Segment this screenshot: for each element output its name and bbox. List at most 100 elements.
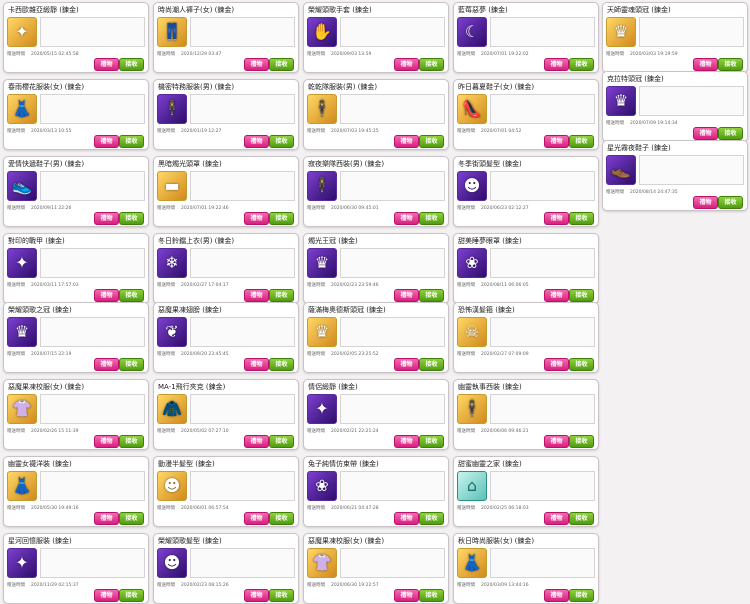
receive-button[interactable]: 接收	[119, 212, 144, 225]
gift-button[interactable]: 禮物	[94, 358, 119, 371]
receive-button[interactable]: 接收	[119, 358, 144, 371]
gift-button[interactable]: 禮物	[94, 289, 119, 302]
receive-button[interactable]: 接收	[269, 589, 294, 602]
receive-button[interactable]: 接收	[119, 435, 144, 448]
gift-button[interactable]: 禮物	[94, 58, 119, 71]
receive-button[interactable]: 接收	[119, 512, 144, 525]
item-thumbnail[interactable]: ♛	[7, 317, 37, 347]
gift-button[interactable]: 禮物	[544, 212, 569, 225]
receive-button[interactable]: 接收	[419, 212, 444, 225]
item-thumbnail[interactable]: ♛	[307, 317, 337, 347]
receive-button[interactable]: 接收	[419, 435, 444, 448]
gift-button[interactable]: 禮物	[244, 289, 269, 302]
gift-button[interactable]: 禮物	[693, 58, 718, 71]
receive-button[interactable]: 接收	[119, 289, 144, 302]
gift-button[interactable]: 禮物	[244, 58, 269, 71]
item-thumbnail[interactable]: 🕴	[457, 394, 487, 424]
receive-button[interactable]: 接收	[569, 589, 594, 602]
item-thumbnail[interactable]: 👗	[7, 471, 37, 501]
gift-button[interactable]: 禮物	[94, 435, 119, 448]
receive-button[interactable]: 接收	[718, 58, 743, 71]
item-thumbnail[interactable]: 👞	[606, 155, 636, 185]
item-thumbnail[interactable]: 🕴	[307, 171, 337, 201]
receive-button[interactable]: 接收	[569, 358, 594, 371]
gift-button[interactable]: 禮物	[94, 512, 119, 525]
gift-button[interactable]: 禮物	[544, 435, 569, 448]
gift-button[interactable]: 禮物	[244, 212, 269, 225]
item-thumbnail[interactable]: ♛	[606, 86, 636, 116]
receive-button[interactable]: 接收	[119, 589, 144, 602]
gift-button[interactable]: 禮物	[244, 589, 269, 602]
item-thumbnail[interactable]: ✋	[307, 17, 337, 47]
receive-button[interactable]: 接收	[269, 358, 294, 371]
item-thumbnail[interactable]: ❦	[157, 317, 187, 347]
receive-button[interactable]: 接收	[269, 289, 294, 302]
gift-button[interactable]: 禮物	[94, 135, 119, 148]
item-thumbnail[interactable]: 👚	[307, 548, 337, 578]
item-thumbnail[interactable]: 👠	[457, 94, 487, 124]
receive-button[interactable]: 接收	[569, 435, 594, 448]
receive-button[interactable]: 接收	[569, 289, 594, 302]
item-thumbnail[interactable]: ☾	[457, 17, 487, 47]
item-thumbnail[interactable]: ✦	[7, 548, 37, 578]
gift-button[interactable]: 禮物	[394, 512, 419, 525]
receive-button[interactable]: 接收	[269, 512, 294, 525]
item-thumbnail[interactable]: 👗	[7, 94, 37, 124]
gift-button[interactable]: 禮物	[544, 289, 569, 302]
item-thumbnail[interactable]: ♛	[307, 248, 337, 278]
receive-button[interactable]: 接收	[269, 435, 294, 448]
gift-button[interactable]: 禮物	[394, 58, 419, 71]
gift-button[interactable]: 禮物	[244, 512, 269, 525]
item-thumbnail[interactable]: ✦	[7, 248, 37, 278]
item-thumbnail[interactable]: ❀	[457, 248, 487, 278]
gift-button[interactable]: 禮物	[394, 358, 419, 371]
gift-button[interactable]: 禮物	[394, 289, 419, 302]
item-thumbnail[interactable]: ✦	[7, 17, 37, 47]
item-thumbnail[interactable]: 🧥	[157, 394, 187, 424]
item-thumbnail[interactable]: ❀	[307, 471, 337, 501]
gift-button[interactable]: 禮物	[94, 212, 119, 225]
receive-button[interactable]: 接收	[119, 58, 144, 71]
receive-button[interactable]: 接收	[269, 135, 294, 148]
item-thumbnail[interactable]: 👖	[157, 17, 187, 47]
receive-button[interactable]: 接收	[419, 58, 444, 71]
receive-button[interactable]: 接收	[419, 358, 444, 371]
receive-button[interactable]: 接收	[269, 58, 294, 71]
gift-button[interactable]: 禮物	[244, 435, 269, 448]
receive-button[interactable]: 接收	[718, 196, 743, 209]
gift-button[interactable]: 禮物	[544, 58, 569, 71]
receive-button[interactable]: 接收	[419, 135, 444, 148]
item-thumbnail[interactable]: ✦	[307, 394, 337, 424]
item-thumbnail[interactable]: ☠	[457, 317, 487, 347]
gift-button[interactable]: 禮物	[394, 135, 419, 148]
receive-button[interactable]: 接收	[419, 512, 444, 525]
item-thumbnail[interactable]: ♛	[606, 17, 636, 47]
receive-button[interactable]: 接收	[419, 289, 444, 302]
gift-button[interactable]: 禮物	[544, 589, 569, 602]
gift-button[interactable]: 禮物	[394, 435, 419, 448]
item-thumbnail[interactable]: ❄	[157, 248, 187, 278]
gift-button[interactable]: 禮物	[394, 589, 419, 602]
receive-button[interactable]: 接收	[569, 212, 594, 225]
gift-button[interactable]: 禮物	[94, 589, 119, 602]
receive-button[interactable]: 接收	[569, 135, 594, 148]
item-thumbnail[interactable]: 🕴	[157, 94, 187, 124]
item-thumbnail[interactable]: ▬	[157, 171, 187, 201]
item-thumbnail[interactable]: ☻	[457, 171, 487, 201]
receive-button[interactable]: 接收	[119, 135, 144, 148]
gift-button[interactable]: 禮物	[544, 135, 569, 148]
item-thumbnail[interactable]: 👗	[457, 548, 487, 578]
receive-button[interactable]: 接收	[569, 512, 594, 525]
receive-button[interactable]: 接收	[419, 589, 444, 602]
gift-button[interactable]: 禮物	[544, 358, 569, 371]
item-thumbnail[interactable]: 👚	[7, 394, 37, 424]
gift-button[interactable]: 禮物	[693, 127, 718, 140]
gift-button[interactable]: 禮物	[394, 212, 419, 225]
gift-button[interactable]: 禮物	[244, 358, 269, 371]
item-thumbnail[interactable]: 🕴	[307, 94, 337, 124]
gift-button[interactable]: 禮物	[693, 196, 718, 209]
item-thumbnail[interactable]: ☻	[157, 471, 187, 501]
receive-button[interactable]: 接收	[718, 127, 743, 140]
receive-button[interactable]: 接收	[569, 58, 594, 71]
item-thumbnail[interactable]: ☻	[157, 548, 187, 578]
